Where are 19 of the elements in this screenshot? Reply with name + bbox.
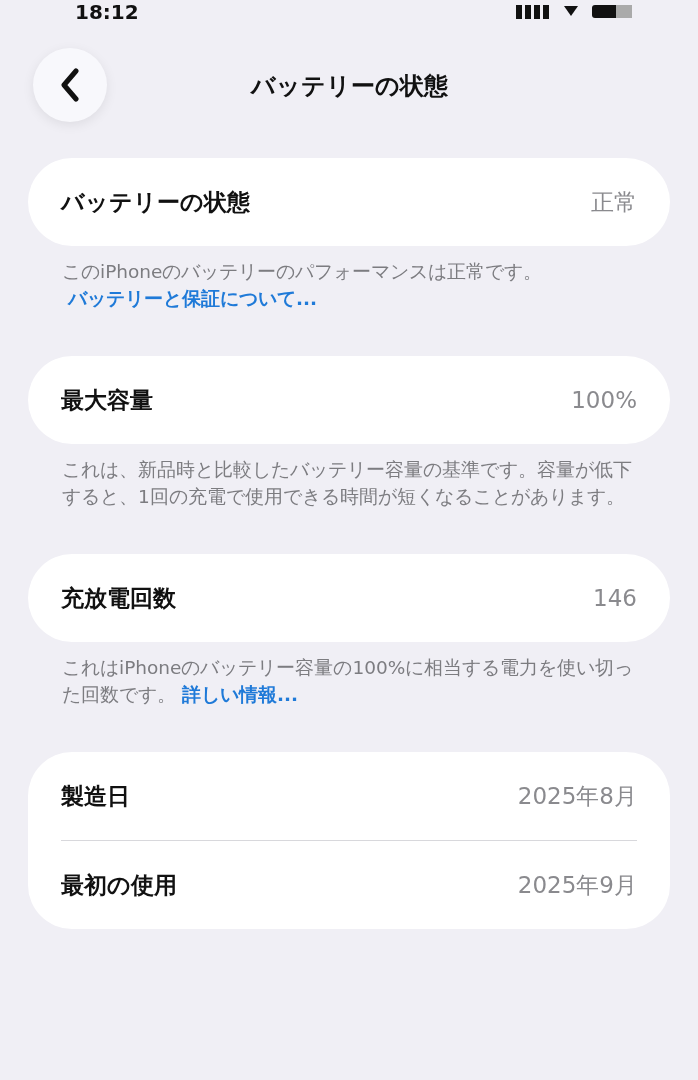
row-value: 146 bbox=[593, 585, 637, 611]
row-label: バッテリーの状態 bbox=[61, 187, 250, 217]
row-value: 2025年9月 bbox=[517, 870, 637, 900]
row-label: 最大容量 bbox=[61, 385, 153, 415]
row-value: 100% bbox=[571, 387, 637, 413]
row-label: 充放電回数 bbox=[61, 583, 176, 613]
info-link[interactable]: 詳しい情報... bbox=[182, 684, 299, 705]
status-time: 18:12 bbox=[75, 2, 140, 22]
row-label: 製造日 bbox=[61, 781, 130, 811]
footer-note: これはiPhoneのバッテリー容量の100%に相当する電力を使い切った回数です。 詳しい情報... bbox=[61, 656, 635, 707]
row-value: 2025年8月 bbox=[517, 781, 637, 811]
chevron-left-icon bbox=[59, 68, 81, 102]
footer-note: このiPhoneのバッテリーのパフォーマンスは正常です。 バッテリーと保証について... bbox=[61, 260, 544, 311]
footer-note: これは、新品時と比較したバッテリー容量の基準です。容量が低下すると、1回の充電で使用できる時間が短くなることがあります。 bbox=[61, 458, 633, 509]
page-title: バッテリーの状態 bbox=[250, 71, 448, 102]
row-value: 正常 bbox=[591, 187, 637, 217]
info-link[interactable]: バッテリーと保証について... bbox=[68, 288, 318, 309]
signal-icon bbox=[516, 5, 550, 19]
row-label: 最初の使用 bbox=[61, 870, 177, 900]
